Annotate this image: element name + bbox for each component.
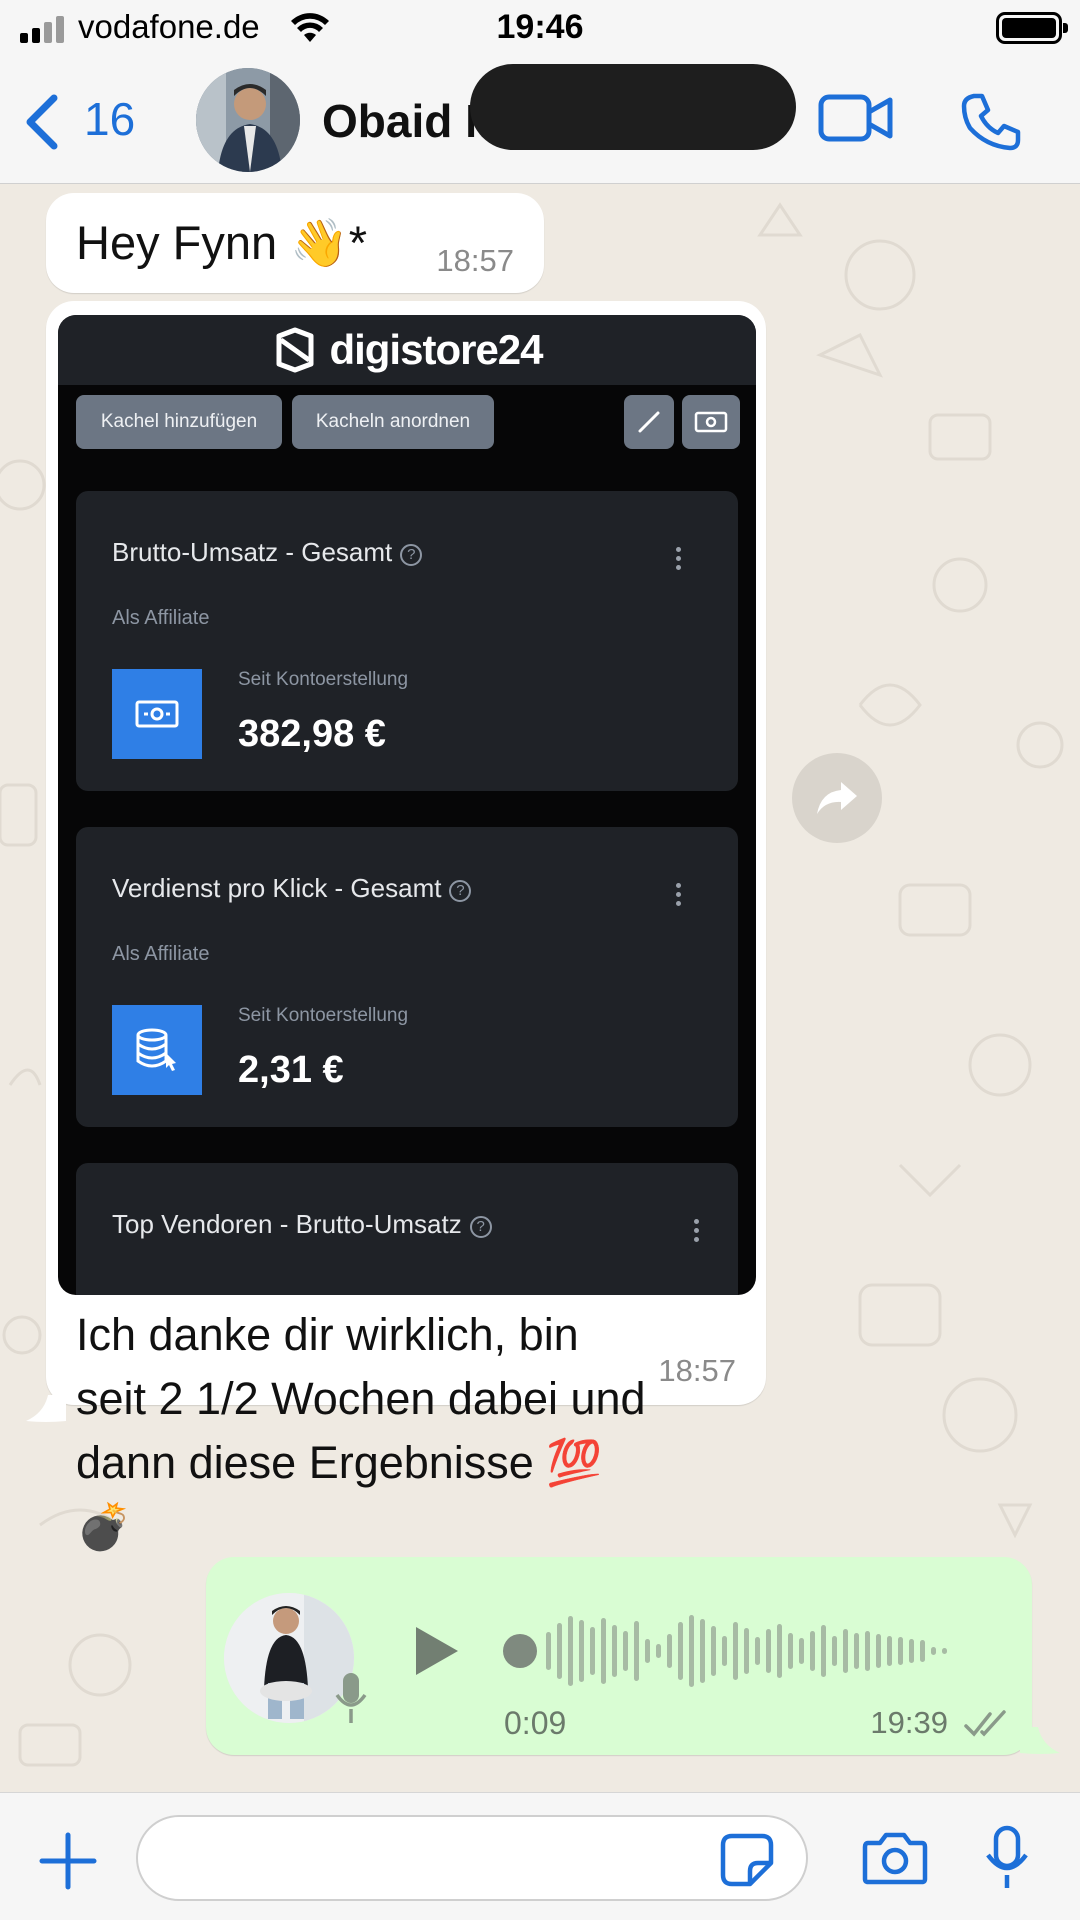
card-subtitle: Als Affiliate — [112, 943, 210, 965]
back-chevron-icon[interactable] — [22, 94, 62, 150]
mic-icon[interactable] — [984, 1825, 1030, 1891]
chat-area[interactable]: Hey Fynn 👋* 18:57 digistore24 Kachel hin… — [0, 185, 1080, 1792]
digistore-logo: digistore24 — [58, 315, 756, 385]
more-vertical-icon — [694, 1219, 700, 1246]
battery-icon — [996, 12, 1068, 44]
stat-card: Brutto-Umsatz - Gesamt? Als Affiliate Se… — [76, 491, 738, 791]
contact-avatar[interactable] — [196, 68, 300, 172]
chat-header: 16 Obaid M — [0, 56, 1080, 184]
plus-icon[interactable] — [38, 1831, 98, 1891]
card-title: Verdienst pro Klick - Gesamt? — [112, 873, 472, 904]
incoming-image-message[interactable]: digistore24 Kachel hinzufügen Kacheln an… — [46, 301, 766, 1552]
message-time: 18:57 — [658, 1353, 736, 1388]
stat-card: Top Vendoren - Brutto-Umsatz? — [76, 1163, 738, 1295]
message-time: 19:39 — [870, 1705, 948, 1740]
sticker-icon[interactable] — [720, 1833, 774, 1887]
card-title: Top Vendoren - Brutto-Umsatz? — [112, 1209, 492, 1240]
database-click-icon — [112, 1005, 202, 1095]
mic-icon — [335, 1673, 367, 1723]
status-time: 19:46 — [496, 8, 584, 46]
add-tile-button: Kachel hinzufügen — [76, 395, 282, 449]
money-icon — [682, 395, 740, 449]
bubble-tail-out — [1020, 1727, 1060, 1754]
camera-icon[interactable] — [862, 1831, 928, 1885]
message-text: Hey Fynn 👋* — [76, 216, 367, 269]
incoming-message[interactable]: Hey Fynn 👋* 18:57 — [46, 193, 544, 293]
cash-icon — [112, 669, 202, 759]
voice-duration: 0:09 — [504, 1705, 567, 1741]
card-period: Seit Kontoerstellung — [238, 669, 409, 690]
card-value: 2,31 € — [238, 1049, 344, 1091]
help-icon: ? — [469, 1216, 492, 1238]
message-time: 18:57 — [436, 243, 514, 278]
arrange-tiles-button: Kacheln anordnen — [292, 395, 494, 449]
video-call-icon[interactable] — [818, 92, 894, 144]
outgoing-voice-message[interactable]: 0:09 19:39 — [206, 1557, 1032, 1755]
card-period: Seit Kontoerstellung — [238, 1005, 409, 1026]
phone-icon[interactable] — [960, 92, 1022, 152]
stat-card: Verdienst pro Klick - Gesamt? Als Affili… — [76, 827, 738, 1127]
digistore-logo-icon — [276, 327, 314, 373]
help-icon: ? — [400, 544, 423, 566]
card-value: 382,98 € — [238, 713, 386, 755]
card-title: Brutto-Umsatz - Gesamt? — [112, 537, 423, 568]
card-subtitle: Als Affiliate — [112, 607, 210, 629]
voice-waveform[interactable] — [502, 1603, 992, 1713]
share-forward-icon[interactable] — [792, 753, 882, 843]
play-icon[interactable] — [412, 1623, 462, 1679]
edit-pencil-icon — [624, 395, 674, 449]
unread-count[interactable]: 16 — [84, 92, 135, 146]
bubble-tail — [26, 1395, 66, 1422]
help-icon: ? — [449, 880, 472, 902]
more-vertical-icon — [676, 883, 682, 910]
more-vertical-icon — [676, 547, 682, 574]
message-input-bar — [0, 1792, 1080, 1920]
message-caption: Ich danke dir wirklich, bin seit 2 1/2 W… — [76, 1309, 646, 1552]
shared-screenshot-image[interactable]: digistore24 Kachel hinzufügen Kacheln an… — [58, 315, 756, 1295]
message-input[interactable] — [136, 1815, 808, 1901]
double-check-icon — [964, 1710, 1006, 1737]
status-bar: vodafone.de 19:46 — [0, 0, 1080, 56]
digistore-logo-text: digistore24 — [329, 326, 543, 373]
redaction-overlay — [470, 64, 796, 150]
